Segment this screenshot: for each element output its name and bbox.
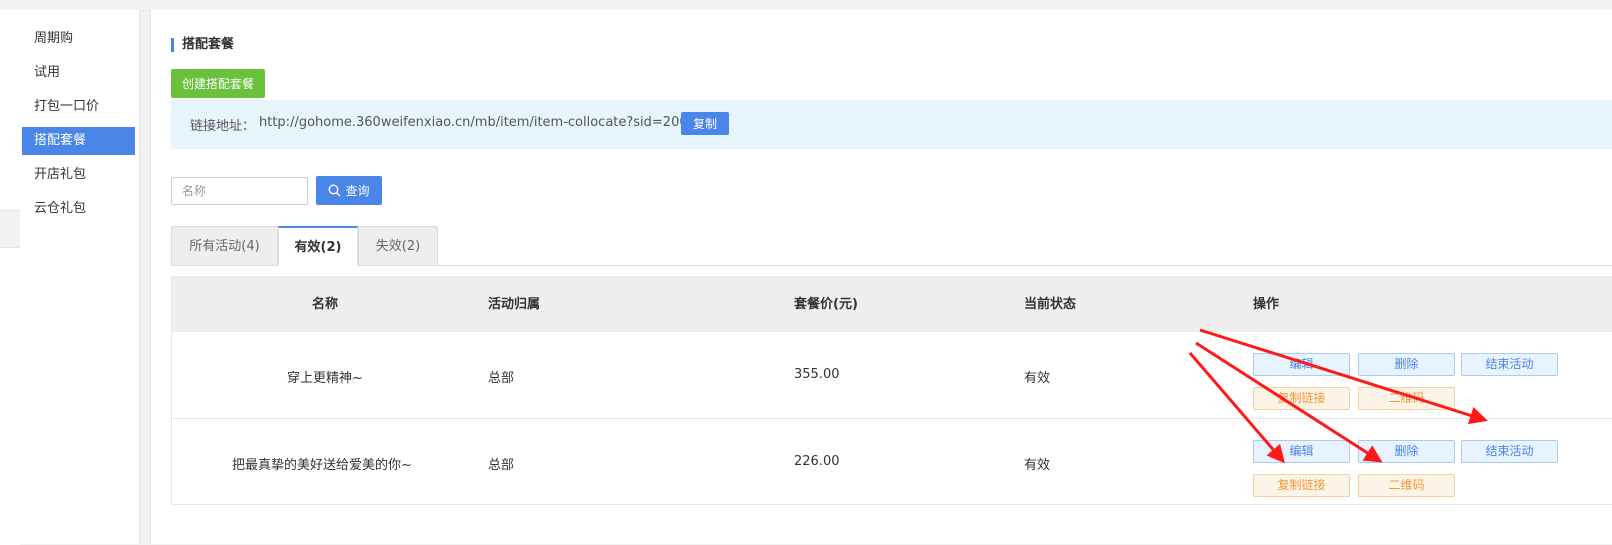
end-activity-button[interactable]: 结束活动 [1461,440,1558,463]
query-button-label: 查询 [345,184,370,198]
qrcode-button[interactable]: 二维码 [1358,387,1455,410]
delete-button[interactable]: 删除 [1358,440,1455,463]
search-name-input[interactable] [171,177,308,205]
edit-button[interactable]: 编辑 [1253,353,1350,376]
link-info-box: 链接地址： http://gohome.360weifenxiao.cn/mb/… [171,100,1612,149]
header-owner: 活动归属 [488,297,541,312]
table-row: 穿上更精神~ 总部 355.00 有效 编辑 删除 结束活动 复制链接 二维码 [172,332,1612,418]
combo-table: 名称 活动归属 套餐价(元) 当前状态 操作 穿上更精神~ 总部 355.00 … [171,276,1612,505]
main-content: 搭配套餐 创建搭配套餐 链接地址： http://gohome.360weife… [150,10,1612,544]
query-button[interactable]: 查询 [316,176,382,205]
table-row: 把最真挚的美好送给爱美的你~ 总部 226.00 有效 编辑 删除 结束活动 复… [172,418,1612,505]
copy-link-button[interactable]: 复制 [681,112,729,135]
header-status: 当前状态 [1024,297,1077,312]
sidebar-item-combo-package[interactable]: 搭配套餐 [22,127,135,155]
header-name: 名称 [312,297,339,312]
cell-price: 355.00 [794,367,840,382]
cell-status: 有效 [1024,371,1051,386]
page-title: 搭配套餐 [171,38,234,52]
cell-status: 有效 [1024,458,1051,473]
left-edge-panel-lower [0,247,20,545]
copy-link-action-button[interactable]: 复制链接 [1253,387,1350,410]
table-header: 名称 活动归属 套餐价(元) 当前状态 操作 [172,277,1612,332]
edit-button[interactable]: 编辑 [1253,440,1350,463]
tab-all-activities[interactable]: 所有活动(4) [171,226,278,266]
left-edge-panel [0,10,20,545]
sidebar-item-store-gift[interactable]: 开店礼包 [22,161,135,189]
search-icon [328,184,341,197]
tab-invalid[interactable]: 失效(2) [358,226,438,266]
sidebar-item-periodic-buy[interactable]: 周期购 [22,25,135,53]
qrcode-button[interactable]: 二维码 [1358,474,1455,497]
cell-owner: 总部 [488,458,515,473]
sidebar-item-bundle-price[interactable]: 打包一口价 [22,93,135,121]
cell-price: 226.00 [794,454,840,469]
sidebar-item-cloud-gift[interactable]: 云仓礼包 [22,195,135,223]
header-actions: 操作 [1253,297,1280,312]
header-price: 套餐价(元) [794,297,858,312]
cell-name: 把最真挚的美好送给爱美的你~ [232,458,412,473]
link-label: 链接地址： [190,119,256,134]
create-combo-button[interactable]: 创建搭配套餐 [171,69,265,98]
left-edge-panel-upper [0,10,20,211]
tab-valid[interactable]: 有效(2) [278,226,358,266]
sidebar: 周期购 试用 打包一口价 搭配套餐 开店礼包 云仓礼包 [20,10,140,544]
delete-button[interactable]: 删除 [1358,353,1455,376]
copy-link-action-button[interactable]: 复制链接 [1253,474,1350,497]
link-url: http://gohome.360weifenxiao.cn/mb/item/i… [259,115,721,130]
sidebar-item-trial[interactable]: 试用 [22,59,135,87]
end-activity-button[interactable]: 结束活动 [1461,353,1558,376]
cell-name: 穿上更精神~ [287,371,363,386]
cell-owner: 总部 [488,371,515,386]
